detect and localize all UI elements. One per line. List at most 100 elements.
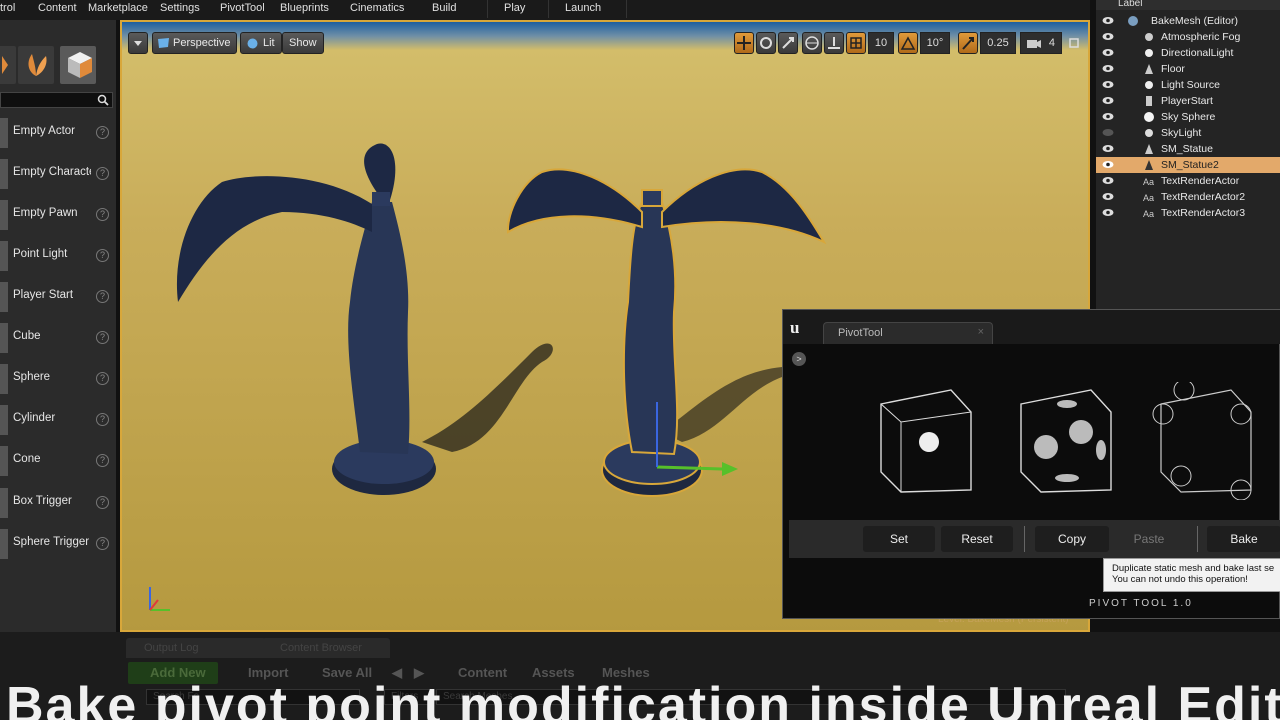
place-item-cube[interactable]: Cube? [0,321,113,355]
toolbar-modes-button[interactable]: trol [0,2,15,17]
place-item-empty-actor[interactable]: Empty Actor? [0,116,113,150]
item-thumbnail [0,529,8,559]
help-icon[interactable]: ? [96,537,109,550]
toolbar-marketplace-button[interactable]: Marketplace [88,2,148,17]
tab-content-browser[interactable]: Content Browser [262,638,390,658]
visibility-eye-icon[interactable] [1102,16,1114,25]
toolbar-content-button[interactable]: Content [38,2,77,17]
place-item-cone[interactable]: Cone? [0,444,113,478]
outliner-row[interactable]: Light Source [1096,77,1280,93]
svg-text:Aa: Aa [1143,209,1154,219]
visibility-eye-icon[interactable] [1102,64,1114,73]
toolbar-build-button[interactable]: Build [432,2,456,17]
visibility-eye-icon[interactable] [1102,112,1114,121]
place-item-box-trigger[interactable]: Box Trigger? [0,486,113,520]
help-icon[interactable]: ? [96,249,109,262]
help-icon[interactable]: ? [96,331,109,344]
place-search-input[interactable] [0,92,113,108]
toolbar-blueprints-button[interactable]: Blueprints [280,2,329,17]
item-thumbnail [0,405,8,435]
outliner-row[interactable]: BakeMesh (Editor) [1096,13,1280,29]
outliner-label-header[interactable]: Label [1096,0,1280,10]
statue-sm-statue[interactable] [176,143,436,495]
outliner-row[interactable]: SkyLight [1096,125,1280,141]
bake-button[interactable]: Bake [1207,526,1280,552]
toolbar-pivottool-button[interactable]: PivotTool [220,2,265,17]
visibility-eye-icon[interactable] [1102,32,1114,41]
help-icon[interactable]: ? [96,126,109,139]
outliner-row[interactable]: Floor [1096,61,1280,77]
help-icon[interactable]: ? [96,496,109,509]
toolbar-play-button[interactable]: Play [504,2,525,17]
outliner-row[interactable]: Atmospheric Fog [1096,29,1280,45]
place-item-point-light[interactable]: Point Light? [0,239,113,273]
place-item-empty-character[interactable]: Empty Characte? [0,157,113,191]
pivot-preset-faces[interactable] [1020,389,1112,493]
mode-tab-foliage[interactable] [18,46,54,84]
place-mode-icon [2,56,8,74]
close-icon[interactable]: × [978,326,984,338]
cube-mode-icon [68,52,92,78]
mode-tab-place[interactable] [0,46,16,84]
place-item-empty-pawn[interactable]: Empty Pawn? [0,198,113,232]
visibility-eye-icon[interactable] [1102,80,1114,89]
outliner-row[interactable]: DirectionalLight [1096,45,1280,61]
statue-sm-statue2[interactable] [506,168,827,497]
toolbar-cinematics-button[interactable]: Cinematics [350,2,404,17]
help-icon[interactable]: ? [96,454,109,467]
text-icon: Aa [1143,177,1154,187]
mesh-icon [1145,144,1153,154]
mode-tab-geometry[interactable] [60,46,96,84]
axis-indicator [149,587,170,611]
place-item-cylinder[interactable]: Cylinder? [0,403,113,437]
visibility-eye-icon[interactable] [1102,128,1114,137]
visibility-eye-icon[interactable] [1102,160,1114,169]
pivot-preset-corners[interactable] [1152,382,1252,500]
copy-button[interactable]: Copy [1035,526,1109,552]
visibility-eye-icon[interactable] [1102,192,1114,201]
visibility-eye-icon[interactable] [1102,96,1114,105]
outliner-item-label: TextRenderActor3 [1161,207,1246,219]
help-icon[interactable]: ? [96,290,109,303]
item-thumbnail [0,364,8,394]
outliner-item-label: TextRenderActor [1161,175,1240,187]
outliner-row-selected[interactable]: SM_Statue2 [1096,157,1280,173]
visibility-eye-icon[interactable] [1102,176,1114,185]
outliner-row[interactable]: SM_Statue [1096,141,1280,157]
expand-arrow-icon[interactable]: > [792,352,806,366]
outliner-item-label: SM_Statue2 [1161,159,1219,171]
outliner-row[interactable]: PlayerStart [1096,93,1280,109]
pivot-tool-tab[interactable]: PivotTool × [823,322,993,344]
toolbar-settings-button[interactable]: Settings [160,2,200,17]
place-item-sphere[interactable]: Sphere? [0,362,113,396]
outliner-row[interactable]: Sky Sphere [1096,109,1280,125]
paste-button[interactable]: Paste [1113,526,1185,552]
help-icon[interactable]: ? [96,208,109,221]
set-button[interactable]: Set [863,526,935,552]
item-thumbnail [0,159,8,189]
place-item-label: Box Trigger [13,495,72,507]
outliner-item-label: Light Source [1161,79,1220,91]
help-icon[interactable]: ? [96,372,109,385]
visibility-eye-icon[interactable] [1102,208,1114,217]
outliner-item-label: BakeMesh (Editor) [1151,15,1238,27]
help-icon[interactable]: ? [96,413,109,426]
visibility-eye-icon[interactable] [1102,48,1114,57]
pivot-tool-titlebar[interactable]: u PivotTool × [783,310,1280,344]
toolbar-launch-button[interactable]: Launch [565,2,601,17]
pivot-preset-center[interactable] [880,389,972,493]
item-thumbnail [0,200,8,230]
place-item-player-start[interactable]: Player Start? [0,280,113,314]
svg-text:Aa: Aa [1143,177,1154,187]
place-item-sphere-trigger[interactable]: Sphere Trigger? [0,527,113,561]
outliner-row[interactable]: Aa TextRenderActor [1096,173,1280,189]
visibility-eye-icon[interactable] [1102,144,1114,153]
outliner-row[interactable]: Aa TextRenderActor2 [1096,189,1280,205]
tab-output-log[interactable]: Output Log [126,638,266,658]
help-icon[interactable]: ? [96,167,109,180]
outliner-row[interactable]: Aa TextRenderActor3 [1096,205,1280,221]
statue-shadow [662,367,782,442]
outliner-item-label: Sky Sphere [1161,111,1216,123]
reset-button[interactable]: Reset [941,526,1013,552]
outliner-item-label: TextRenderActor2 [1161,191,1246,203]
